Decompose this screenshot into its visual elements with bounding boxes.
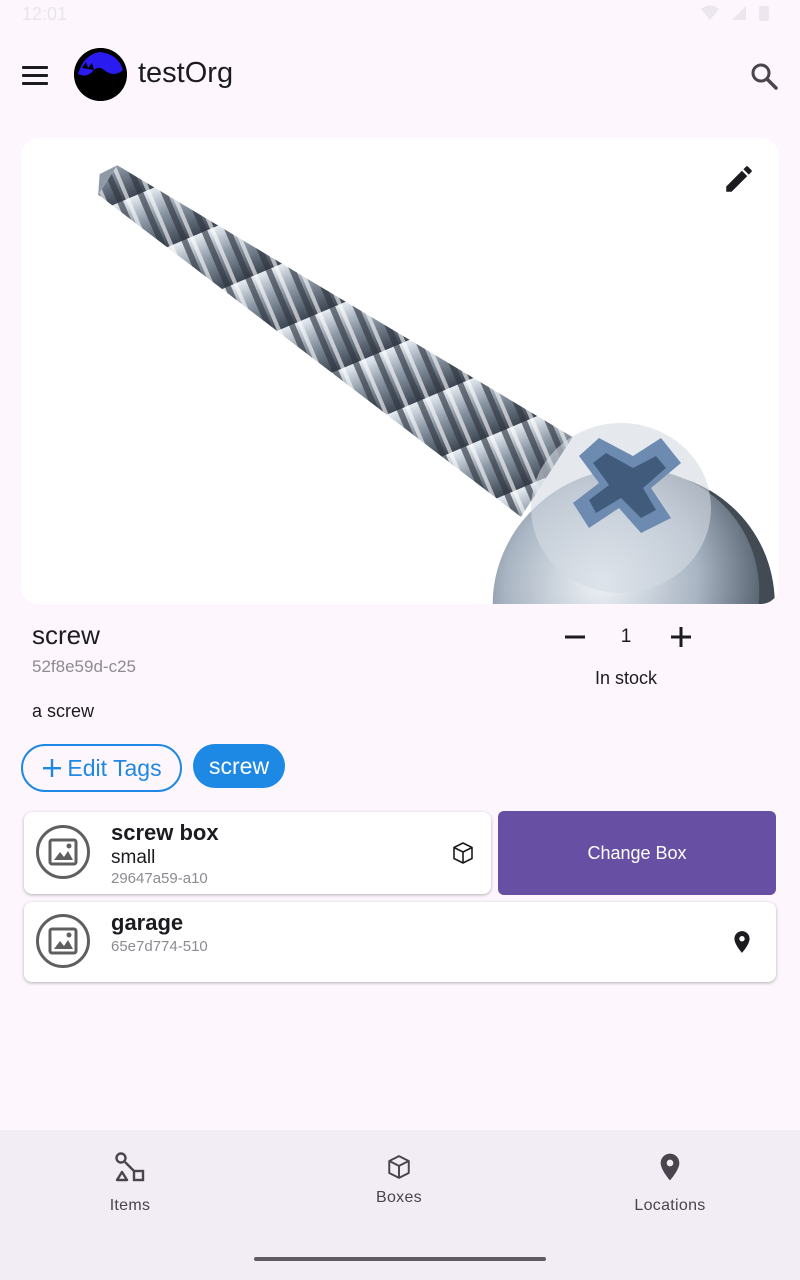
signal-icon [732,6,746,20]
edit-tags-label: Edit Tags [67,754,162,781]
box-card[interactable]: screw box small 29647a59-a10 [24,812,491,894]
item-image-card [21,138,779,604]
change-box-button[interactable]: Change Box [498,811,776,895]
edit-tags-button[interactable]: Edit Tags [21,744,182,792]
search-icon [751,63,778,90]
item-id: 52f8e59d-c25 [32,657,136,676]
pencil-icon [726,166,752,192]
item-name: screw [32,620,100,650]
menu-icon [22,65,48,69]
status-time: 12:01 [22,4,68,24]
box-id: 29647a59-a10 [111,870,208,887]
items-icon [115,1152,145,1182]
search-button[interactable] [748,60,780,92]
item-description: a screw [32,701,95,721]
minus-icon [565,635,585,639]
location-card[interactable]: garage 65e7d774-510 [24,902,776,982]
status-bar: 12:01 [0,0,800,32]
location-name: garage [111,910,184,935]
status-icons [700,4,770,22]
stock-status: In stock [594,668,658,688]
plus-icon [671,627,691,647]
quantity-value: 1 [620,626,632,647]
tag-chip[interactable]: screw [193,744,286,788]
home-indicator[interactable] [254,1257,546,1261]
image-placeholder-icon [48,927,78,955]
decrease-quantity-button[interactable] [560,622,590,652]
edit-item-button[interactable] [722,162,756,196]
box-icon [453,842,473,864]
nav-item-items[interactable]: Items [30,1150,230,1215]
item-photo [21,138,779,604]
nav-label-boxes: Boxes [376,1189,422,1206]
location-pin-icon [734,931,750,953]
add-icon [43,759,62,777]
avatar-image [74,48,127,101]
image-placeholder-icon [48,838,78,866]
increase-quantity-button[interactable] [666,622,696,652]
nav-item-boxes[interactable]: Boxes [299,1154,499,1207]
box-size: small [111,847,156,868]
nav-label-locations: Locations [634,1197,706,1214]
location-id: 65e7d774-510 [111,938,208,955]
org-name: testOrg [138,57,234,89]
box-thumbnail [36,825,90,879]
wifi-icon [701,5,719,20]
nav-item-locations[interactable]: Locations [570,1150,770,1215]
org-avatar[interactable] [74,48,127,101]
box-name: screw box [111,820,219,845]
location-thumbnail [36,914,90,968]
nav-label-items: Items [109,1197,151,1214]
menu-button[interactable] [22,58,56,92]
location-pin-icon [660,1153,680,1181]
battery-icon [759,6,769,21]
box-icon [388,1155,410,1179]
